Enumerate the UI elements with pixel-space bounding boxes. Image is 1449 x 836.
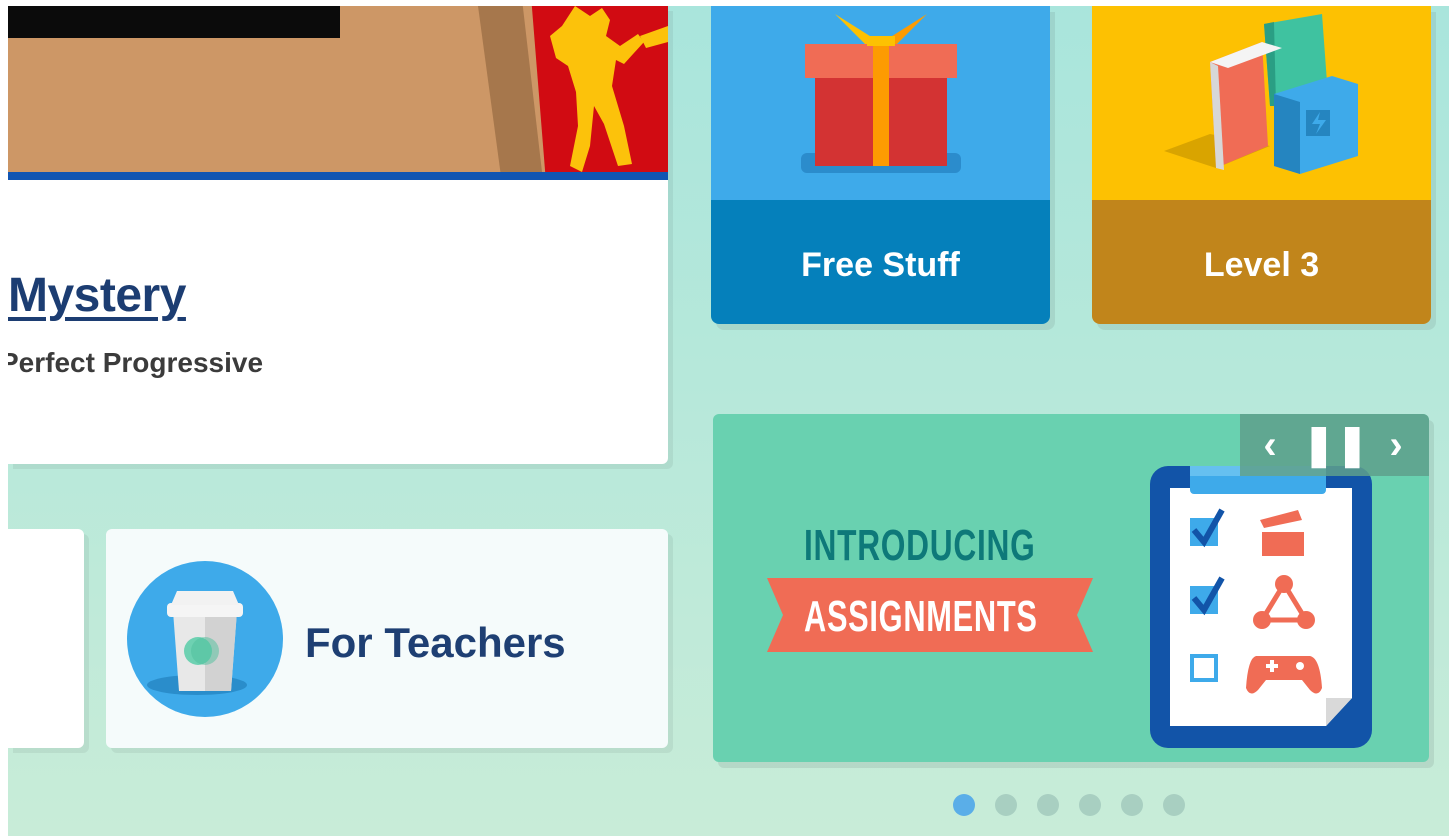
free-stuff-tile[interactable]: Free Stuff <box>711 6 1050 324</box>
carousel-ribbon-text: ASSIGNMENTS <box>804 592 1038 641</box>
free-stuff-art <box>711 6 1050 200</box>
assignments-carousel[interactable]: INTRODUCING ASSIGNMENTS ‹ ❚❚ › <box>713 414 1429 762</box>
gift-icon <box>801 14 961 173</box>
carousel-dot-2[interactable] <box>995 794 1017 816</box>
featured-title-link[interactable]: Mystery <box>8 268 186 323</box>
carousel-dot-1[interactable] <box>953 794 975 816</box>
carousel-prev-button[interactable]: ‹ <box>1240 414 1300 476</box>
books-icon <box>1164 14 1358 174</box>
featured-card[interactable]: Mystery Perfect Progressive <box>8 6 668 464</box>
left-edge <box>0 0 8 836</box>
carousel-pause-button[interactable]: ❚❚ <box>1302 414 1369 476</box>
coffee-cup-icon <box>127 561 283 717</box>
carousel-controls: ‹ ❚❚ › <box>1240 414 1429 476</box>
carousel-next-button[interactable]: › <box>1366 414 1426 476</box>
carousel-dot-3[interactable] <box>1037 794 1059 816</box>
carousel-dot-6[interactable] <box>1163 794 1185 816</box>
carousel-dot-5[interactable] <box>1121 794 1143 816</box>
image-red-panel <box>531 6 668 172</box>
carousel-heading: INTRODUCING <box>804 521 1036 570</box>
for-teachers-card[interactable]: For Teachers <box>106 529 668 748</box>
level-3-label: Level 3 <box>1203 246 1320 284</box>
for-teachers-label: For Teachers <box>305 619 566 666</box>
featured-divider <box>8 172 668 180</box>
image-dark-bar <box>8 6 340 38</box>
silhouette-figure-icon <box>550 6 668 172</box>
partial-card[interactable] <box>8 529 84 748</box>
carousel-pager <box>953 794 1185 816</box>
level-3-art <box>1092 6 1431 200</box>
featured-image[interactable] <box>8 6 668 172</box>
level-3-tile[interactable]: Level 3 <box>1092 6 1431 324</box>
carousel-dot-4[interactable] <box>1079 794 1101 816</box>
image-box-shade <box>478 6 542 172</box>
clipboard-checklist-icon <box>1150 466 1372 748</box>
free-stuff-label: Free Stuff <box>801 246 960 284</box>
featured-subtitle: Perfect Progressive <box>8 347 264 378</box>
